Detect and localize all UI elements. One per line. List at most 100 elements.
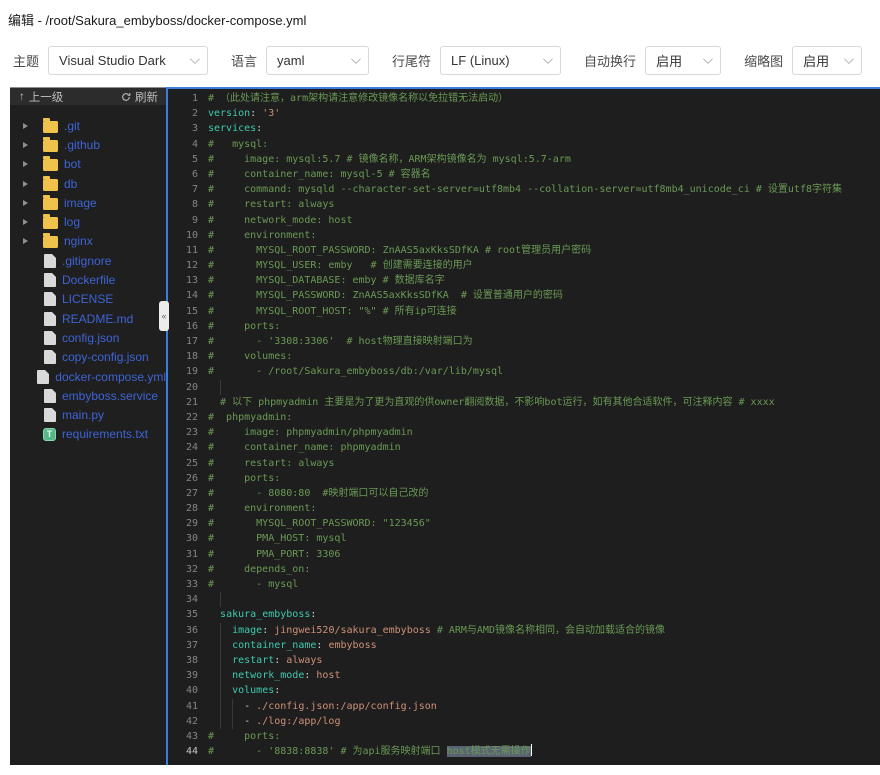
tree-item-.github[interactable]: .github	[10, 135, 166, 154]
tree-item-Dockerfile[interactable]: Dockerfile	[10, 270, 166, 289]
line-number: 24	[185, 442, 198, 454]
line-number: 7	[191, 184, 198, 196]
line-content: # mysql:	[198, 137, 268, 152]
tree-item-log[interactable]: log	[10, 212, 166, 231]
code-token: # ARM与AMD镜像名称相同，会自动加载适合的镜像	[436, 624, 665, 636]
expand-arrow-icon[interactable]	[23, 142, 31, 148]
code-token: # depends_on:	[208, 563, 311, 575]
tree-item-label: main.py	[62, 408, 105, 423]
line-content: container_name: embyboss	[198, 637, 377, 653]
line-number: 29	[185, 518, 198, 530]
code-token: ./log:/app/log	[256, 715, 341, 727]
code-line: 40 volumes:	[168, 683, 880, 699]
indent-guide	[220, 713, 222, 729]
expand-arrow-icon[interactable]	[23, 123, 31, 129]
code-line: 36 image: jingwei520/sakura_embyboss # A…	[168, 622, 880, 638]
tree-item-docker-compose.yml[interactable]: docker-compose.yml	[10, 367, 166, 386]
line-content: services:	[198, 121, 262, 136]
line-number: 1	[191, 93, 198, 104]
main-area: ↑ 上一级 刷新 .git .github bot db image log nginx .g…	[10, 87, 880, 765]
code-line: 32 # depends_on:	[168, 562, 880, 577]
chevron-down-icon	[844, 53, 854, 64]
file-icon	[44, 311, 56, 326]
code-token: services	[208, 123, 257, 135]
line-content: # restart: always	[198, 197, 334, 212]
line-number: 42	[185, 715, 198, 727]
tree-item-label: embyboss.service	[62, 388, 159, 403]
theme-select[interactable]: Visual Studio Dark	[48, 45, 209, 75]
line-number: 22	[185, 411, 198, 423]
tree-item-.git[interactable]: .git	[10, 116, 166, 135]
indent-guide	[220, 637, 222, 653]
code-line: 17 # - '3308:3306' # host物理直接映射端口为	[168, 334, 880, 349]
line-number: 9	[191, 214, 198, 226]
line-content: # （此处请注意，arm架构请注意修改镜像名称以免拉错无法启动）	[198, 91, 508, 106]
tree-item-db[interactable]: db	[10, 174, 166, 193]
code-token: image	[232, 624, 263, 636]
code-line: 28 # environment:	[168, 501, 880, 516]
tree-item-README.md[interactable]: README.md	[10, 309, 166, 328]
line-number: 13	[185, 275, 198, 287]
code-token: # （此处请注意，arm架构请注意修改镜像名称以免拉错无法启动）	[208, 93, 509, 104]
tree-item-bot[interactable]: bot	[10, 155, 166, 174]
code-line: 27 # - 8080:80 #映射端口可以自己改的	[168, 486, 880, 501]
tree-item-image[interactable]: image	[10, 193, 166, 212]
language-select[interactable]: yaml	[266, 45, 370, 75]
code-line: 19 # - /root/Sakura_embyboss/db:/var/lib/…	[168, 364, 880, 379]
tree-item-label: config.json	[62, 330, 120, 345]
line-content: # MYSQL_DATABASE: emby # 数据库名字	[198, 273, 445, 288]
sidebar-collapse-handle[interactable]: «	[159, 301, 169, 331]
tree-item-nginx[interactable]: nginx	[10, 232, 166, 251]
code-line: 21 # 以下 phpmyadmin 主要是为了更为直观的供owner翻阅数据，…	[168, 395, 880, 410]
code-editor[interactable]: 1 # （此处请注意，arm架构请注意修改镜像名称以免拉错无法启动） 2 versio…	[166, 87, 880, 765]
minimap-label: 缩略图	[744, 53, 784, 69]
code-line: 6 # container_name: mysql-5 # 容器名	[168, 167, 880, 182]
line-number: 16	[185, 320, 198, 332]
tree-item-LICENSE[interactable]: LICENSE	[10, 290, 166, 309]
theme-label: 主题	[13, 53, 40, 69]
code-line: 8 # restart: always	[168, 197, 880, 212]
line-number: 40	[185, 685, 198, 697]
expand-arrow-icon[interactable]	[23, 161, 31, 167]
tree-item-copy-config.json[interactable]: copy-config.json	[10, 348, 166, 367]
line-content: # volumes:	[198, 349, 292, 364]
line-number: 38	[185, 654, 198, 666]
go-up-button[interactable]: ↑ 上一级	[19, 89, 63, 105]
line-number: 27	[185, 487, 198, 499]
line-content: # command: mysqld --character-set-server…	[198, 182, 842, 197]
refresh-button[interactable]: 刷新	[121, 89, 158, 105]
chevron-down-icon	[350, 53, 361, 64]
file-tree: .git .github bot db image log nginx .gitignore D…	[10, 105, 166, 444]
tree-item-.gitignore[interactable]: .gitignore	[10, 251, 166, 270]
code-line: 23 # image: phpmyadmin/phpmyadmin	[168, 425, 880, 440]
expand-arrow-icon[interactable]	[23, 181, 31, 187]
file-tree-panel: ↑ 上一级 刷新 .git .github bot db image log nginx .g…	[10, 87, 169, 765]
minimap-select[interactable]: 启用	[792, 45, 863, 75]
language-label: 语言	[231, 53, 258, 69]
line-number: 32	[185, 563, 198, 575]
line-number: 3	[191, 123, 198, 135]
tree-item-main.py[interactable]: main.py	[10, 405, 166, 424]
code-token: network_mode	[232, 670, 305, 682]
code-token: # phpmyadmin:	[208, 411, 293, 423]
line-content: # MYSQL_ROOT_PASSWORD: ZnAAS5axKksSDfKA …	[198, 243, 591, 258]
code-line: 34	[168, 592, 880, 608]
eol-select[interactable]: LF (Linux)	[440, 45, 562, 75]
line-content: # MYSQL_ROOT_PASSWORD: "123456"	[198, 516, 431, 531]
line-number: 33	[185, 579, 198, 590]
file-icon	[44, 273, 56, 288]
code-token: # - 8080:80 #映射端口可以自己改的	[208, 487, 429, 499]
expand-arrow-icon[interactable]	[23, 200, 31, 206]
expand-arrow-icon[interactable]	[23, 219, 31, 225]
word-wrap-select[interactable]: 启用	[645, 45, 722, 75]
code-token: # ports:	[208, 320, 281, 332]
code-token: # container_name: mysql-5 # 容器名	[208, 168, 431, 180]
tree-item-embyboss.service[interactable]: embyboss.service	[10, 386, 166, 405]
code-token: # PMA_PORT: 3306	[208, 548, 341, 560]
code-line: 43 # ports:	[168, 729, 880, 744]
file-icon	[37, 369, 50, 384]
code-line: 12 # MYSQL_USER: emby # 创建需要连接的用户	[168, 258, 880, 273]
expand-arrow-icon[interactable]	[23, 238, 31, 244]
tree-item-config.json[interactable]: config.json	[10, 328, 166, 347]
tree-item-requirements.txt[interactable]: Trequirements.txt	[10, 425, 166, 444]
